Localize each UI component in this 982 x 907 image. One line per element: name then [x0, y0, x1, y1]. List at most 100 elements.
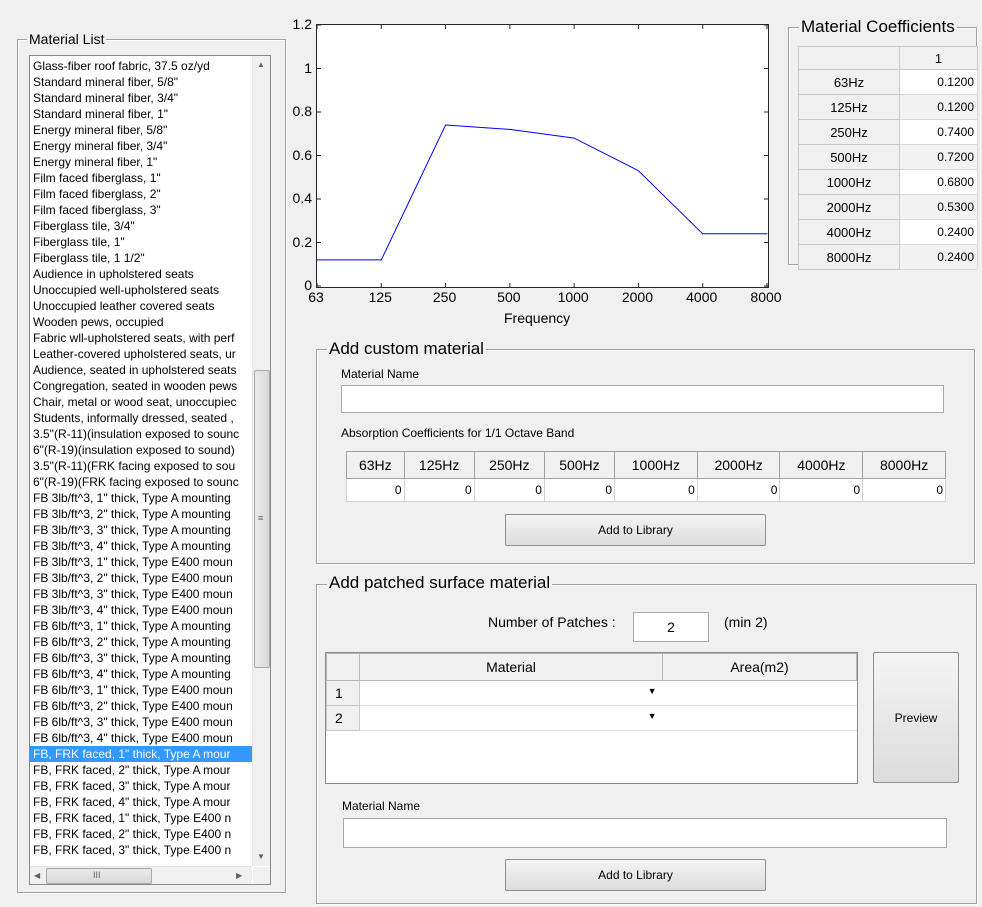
- list-item[interactable]: Energy mineral fiber, 1": [30, 154, 252, 170]
- series-line: [317, 124, 767, 261]
- list-item[interactable]: Fiberglass tile, 3/4": [30, 218, 252, 234]
- coef-value-cell[interactable]: 0.5300: [899, 194, 978, 220]
- material-list-items: Glass-fiber roof fabric, 37.5 oz/yd Stand…: [30, 58, 252, 858]
- list-item[interactable]: Energy mineral fiber, 3/4": [30, 138, 252, 154]
- coef-value-cell[interactable]: 0.1200: [899, 94, 978, 120]
- list-item[interactable]: FB 6lb/ft^3, 1" thick, Type E400 moun: [30, 682, 252, 698]
- list-item[interactable]: Fabric wll-upholstered seats, with perf: [30, 330, 252, 346]
- list-item[interactable]: FB 3lb/ft^3, 3" thick, Type E400 moun: [30, 586, 252, 602]
- list-item[interactable]: Congregation, seated in wooden pews: [30, 378, 252, 394]
- coef-value-cell[interactable]: 0.2400: [899, 219, 978, 245]
- list-item[interactable]: 3.5"(R-11)(insulation exposed to sounc: [30, 426, 252, 442]
- list-item[interactable]: Film faced fiberglass, 2": [30, 186, 252, 202]
- patch-table[interactable]: Material Area(m2) 1 ▼ 2 ▼: [326, 653, 857, 731]
- band-value-cell[interactable]: 0: [614, 478, 698, 502]
- patched-name-input[interactable]: [343, 818, 947, 848]
- custom-add-button[interactable]: Add to Library: [505, 514, 766, 546]
- list-item[interactable]: FB 6lb/ft^3, 2" thick, Type E400 moun: [30, 698, 252, 714]
- list-item[interactable]: Audience, seated in upholstered seats: [30, 362, 252, 378]
- list-item[interactable]: FB 6lb/ft^3, 3" thick, Type E400 moun: [30, 714, 252, 730]
- band-value-cell[interactable]: 0: [473, 478, 545, 502]
- list-item[interactable]: FB 3lb/ft^3, 3" thick, Type A mounting: [30, 522, 252, 538]
- list-item[interactable]: 3.5"(R-11)(FRK facing exposed to sou: [30, 458, 252, 474]
- band-value-cell[interactable]: 0: [696, 478, 781, 502]
- preview-button[interactable]: Preview: [873, 652, 959, 783]
- coef-row-label: 500Hz: [798, 144, 900, 170]
- band-value-cell[interactable]: 0: [346, 478, 405, 502]
- horizontal-scrollbar[interactable]: ◀ III ▶: [30, 866, 252, 884]
- list-item[interactable]: Fiberglass tile, 1 1/2": [30, 250, 252, 266]
- list-item[interactable]: 6"(R-19)(FRK facing exposed to sounc: [30, 474, 252, 490]
- coef-value-cell[interactable]: 0.7400: [899, 119, 978, 145]
- coef-value-cell[interactable]: 0.7200: [899, 144, 978, 170]
- list-item[interactable]: FB 6lb/ft^3, 4" thick, Type A mounting: [30, 666, 252, 682]
- list-item[interactable]: Energy mineral fiber, 5/8": [30, 122, 252, 138]
- coef-value-cell[interactable]: 0.6800: [899, 169, 978, 195]
- list-item[interactable]: FB, FRK faced, 4" thick, Type A mour: [30, 794, 252, 810]
- patch-col-area: Area(m2): [662, 653, 857, 681]
- x-tick-label: 8000: [750, 289, 782, 305]
- custom-name-input[interactable]: [341, 385, 944, 413]
- list-item[interactable]: FB 3lb/ft^3, 1" thick, Type A mounting: [30, 490, 252, 506]
- band-header: 4000Hz: [779, 451, 864, 479]
- list-item[interactable]: Glass-fiber roof fabric, 37.5 oz/yd: [30, 58, 252, 74]
- dropdown-arrow-icon[interactable]: ▼: [648, 711, 657, 721]
- scroll-right-icon[interactable]: ▶: [236, 871, 242, 881]
- dropdown-arrow-icon[interactable]: ▼: [648, 686, 657, 696]
- list-item[interactable]: FB 6lb/ft^3, 1" thick, Type A mounting: [30, 618, 252, 634]
- band-value-cell[interactable]: 0: [779, 478, 864, 502]
- band-value-cell[interactable]: 0: [862, 478, 946, 502]
- list-item[interactable]: FB, FRK faced, 3" thick, Type A mour: [30, 778, 252, 794]
- list-item[interactable]: FB, FRK faced, 3" thick, Type E400 n: [30, 842, 252, 858]
- band-value-cell[interactable]: 0: [403, 478, 475, 502]
- patch-area-cell[interactable]: [662, 705, 857, 731]
- list-item[interactable]: Students, informally dressed, seated ,: [30, 410, 252, 426]
- list-item[interactable]: 6"(R-19)(insulation exposed to sound): [30, 442, 252, 458]
- list-item[interactable]: FB 6lb/ft^3, 3" thick, Type A mounting: [30, 650, 252, 666]
- patched-add-button[interactable]: Add to Library: [505, 859, 766, 891]
- material-listbox[interactable]: Glass-fiber roof fabric, 37.5 oz/yd Stand…: [29, 55, 271, 885]
- list-item[interactable]: Standard mineral fiber, 5/8": [30, 74, 252, 90]
- list-item[interactable]: Leather-covered upholstered seats, ur: [30, 346, 252, 362]
- vertical-scroll-thumb[interactable]: ≡: [254, 370, 270, 668]
- list-item[interactable]: Fiberglass tile, 1": [30, 234, 252, 250]
- coef-value-cell[interactable]: 0.1200: [899, 69, 978, 95]
- list-item[interactable]: FB, FRK faced, 2" thick, Type E400 n: [30, 826, 252, 842]
- list-item[interactable]: Wooden pews, occupied: [30, 314, 252, 330]
- list-item[interactable]: FB 6lb/ft^3, 4" thick, Type E400 moun: [30, 730, 252, 746]
- band-value-cell[interactable]: 0: [543, 478, 616, 502]
- list-item[interactable]: FB 3lb/ft^3, 2" thick, Type A mounting: [30, 506, 252, 522]
- list-item[interactable]: Film faced fiberglass, 1": [30, 170, 252, 186]
- list-item[interactable]: Unoccupied leather covered seats: [30, 298, 252, 314]
- list-item[interactable]: Chair, metal or wood seat, unoccupiec: [30, 394, 252, 410]
- list-item[interactable]: Film faced fiberglass, 3": [30, 202, 252, 218]
- list-item[interactable]: FB, FRK faced, 1" thick, Type E400 n: [30, 810, 252, 826]
- x-tick-label: 1000: [557, 289, 589, 305]
- patch-row: 2 ▼: [326, 705, 857, 731]
- absorption-table[interactable]: 63Hz 125Hz 250Hz 500Hz 1000Hz 2000Hz 4000Hz 800…: [346, 451, 946, 502]
- patch-material-select[interactable]: ▼: [359, 680, 663, 706]
- list-item[interactable]: Unoccupied well-upholstered seats: [30, 282, 252, 298]
- list-item[interactable]: FB 3lb/ft^3, 1" thick, Type E400 moun: [30, 554, 252, 570]
- vertical-scrollbar[interactable]: ▲ ≡ ▼: [252, 56, 270, 866]
- coef-value-cell[interactable]: 0.2400: [899, 244, 978, 270]
- scroll-left-icon[interactable]: ◀: [34, 871, 40, 881]
- horizontal-scroll-thumb[interactable]: III: [46, 868, 152, 884]
- scroll-down-icon[interactable]: ▼: [257, 852, 265, 862]
- patch-area-cell[interactable]: [662, 680, 857, 706]
- list-item[interactable]: Standard mineral fiber, 1": [30, 106, 252, 122]
- list-item[interactable]: FB 3lb/ft^3, 2" thick, Type E400 moun: [30, 570, 252, 586]
- coef-row: 125Hz 0.1200: [798, 94, 978, 120]
- list-item[interactable]: FB 3lb/ft^3, 4" thick, Type E400 moun: [30, 602, 252, 618]
- patches-input[interactable]: [633, 612, 709, 642]
- list-item[interactable]: Standard mineral fiber, 3/4": [30, 90, 252, 106]
- list-item[interactable]: FB 6lb/ft^3, 2" thick, Type A mounting: [30, 634, 252, 650]
- list-item[interactable]: Audience in upholstered seats: [30, 266, 252, 282]
- list-item[interactable]: FB, FRK faced, 2" thick, Type A mour: [30, 762, 252, 778]
- list-item[interactable]: FB, FRK faced, 1" thick, Type A mour: [30, 746, 252, 762]
- coef-row: 2000Hz 0.5300: [798, 194, 978, 220]
- patch-col-material: Material: [359, 653, 663, 681]
- patch-material-select[interactable]: ▼: [359, 705, 663, 731]
- scroll-up-icon[interactable]: ▲: [257, 60, 265, 70]
- list-item[interactable]: FB 3lb/ft^3, 4" thick, Type A mounting: [30, 538, 252, 554]
